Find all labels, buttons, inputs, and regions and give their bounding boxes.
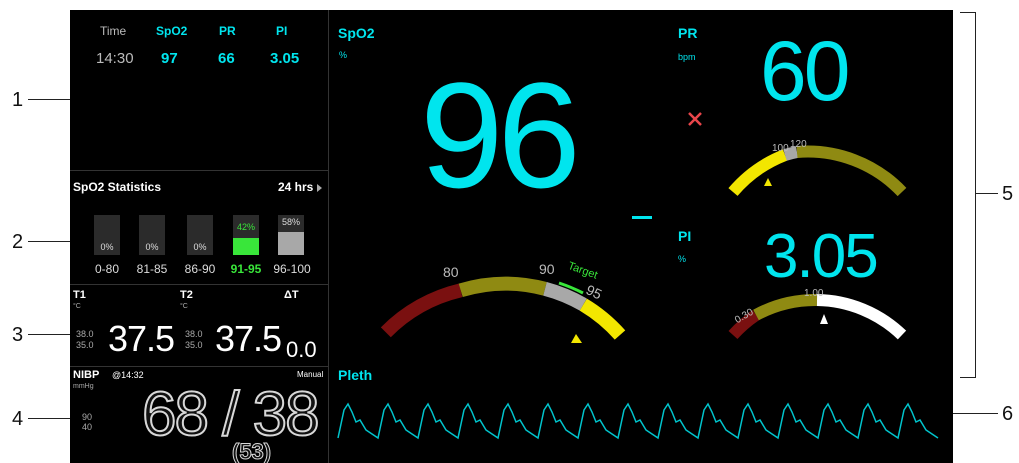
spo2-gauge-yellow-segment <box>579 298 626 340</box>
spo2-gauge-label-80: 80 <box>443 264 459 280</box>
pr-gauge-label-100: 100 <box>772 143 789 154</box>
pr-gauge-olive-segment <box>796 145 907 197</box>
pr-gauge-pointer <box>764 178 772 186</box>
spo2-gauge-label-90: 90 <box>539 261 555 277</box>
callout-6: 6 <box>1002 403 1014 425</box>
pi-gauge-label-100: 1.00 <box>804 288 824 299</box>
monitor-screen: Time SpO2 PR PI 14:30 97 66 3.05 SpO2 St… <box>70 10 953 463</box>
pr-gauge-yellow-segment <box>728 149 788 196</box>
pleth-label: Pleth <box>338 367 373 383</box>
pi-gauge-olive-segment <box>753 293 818 321</box>
spo2-gauge-olive-segment <box>458 276 547 298</box>
pi-gauge-pointer <box>820 314 828 324</box>
callout-2: 2 <box>12 231 24 253</box>
callout-3: 3 <box>12 324 24 346</box>
callout-5: 5 <box>1002 183 1014 205</box>
spo2-gauge-red-segment <box>380 283 463 338</box>
callout-5-bracket <box>960 12 976 378</box>
spo2-target-label: Target <box>566 260 599 282</box>
pleth-waveform-area[interactable] <box>330 382 953 463</box>
pi-gauge-white-segment <box>816 294 907 340</box>
callout-1: 1 <box>12 89 24 111</box>
spo2-gauge-pointer <box>571 334 582 343</box>
callout-4: 4 <box>12 408 24 430</box>
pr-gauge-label-120: 120 <box>790 139 807 150</box>
callout-5-line <box>976 193 998 194</box>
